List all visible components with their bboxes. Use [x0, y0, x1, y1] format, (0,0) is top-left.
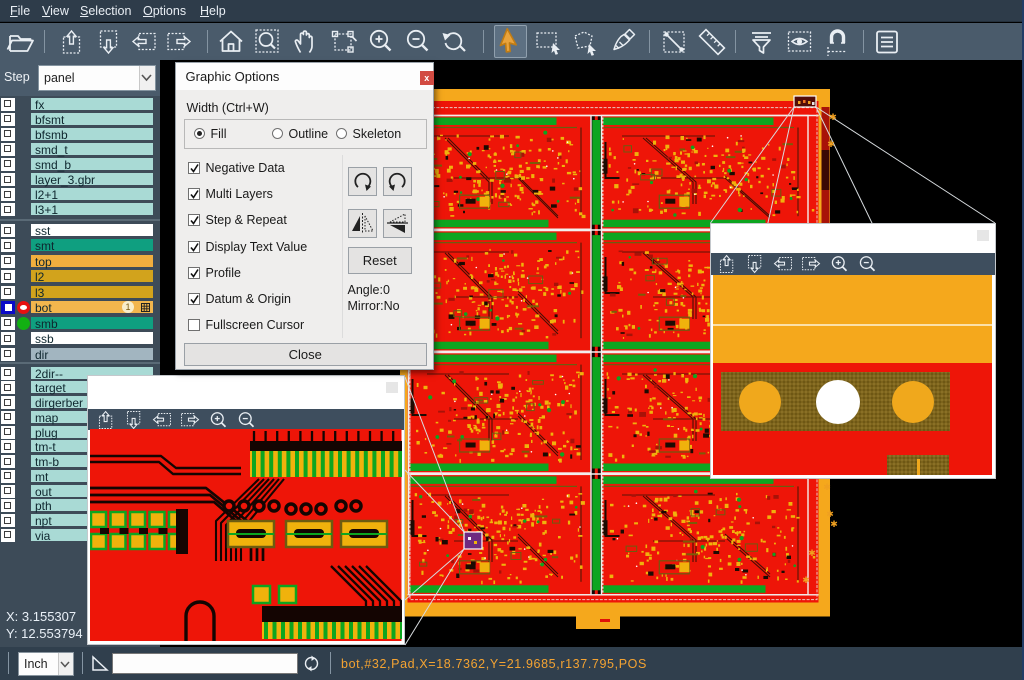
svg-text:✱: ✱ — [808, 548, 816, 558]
svg-text:✱: ✱ — [802, 575, 810, 585]
svg-text:✱: ✱ — [830, 519, 838, 529]
svg-text:✱: ✱ — [827, 139, 835, 149]
svg-text:✱: ✱ — [829, 112, 837, 122]
svg-text:✱: ✱ — [826, 509, 834, 519]
svg-text:✱: ✱ — [823, 482, 831, 492]
